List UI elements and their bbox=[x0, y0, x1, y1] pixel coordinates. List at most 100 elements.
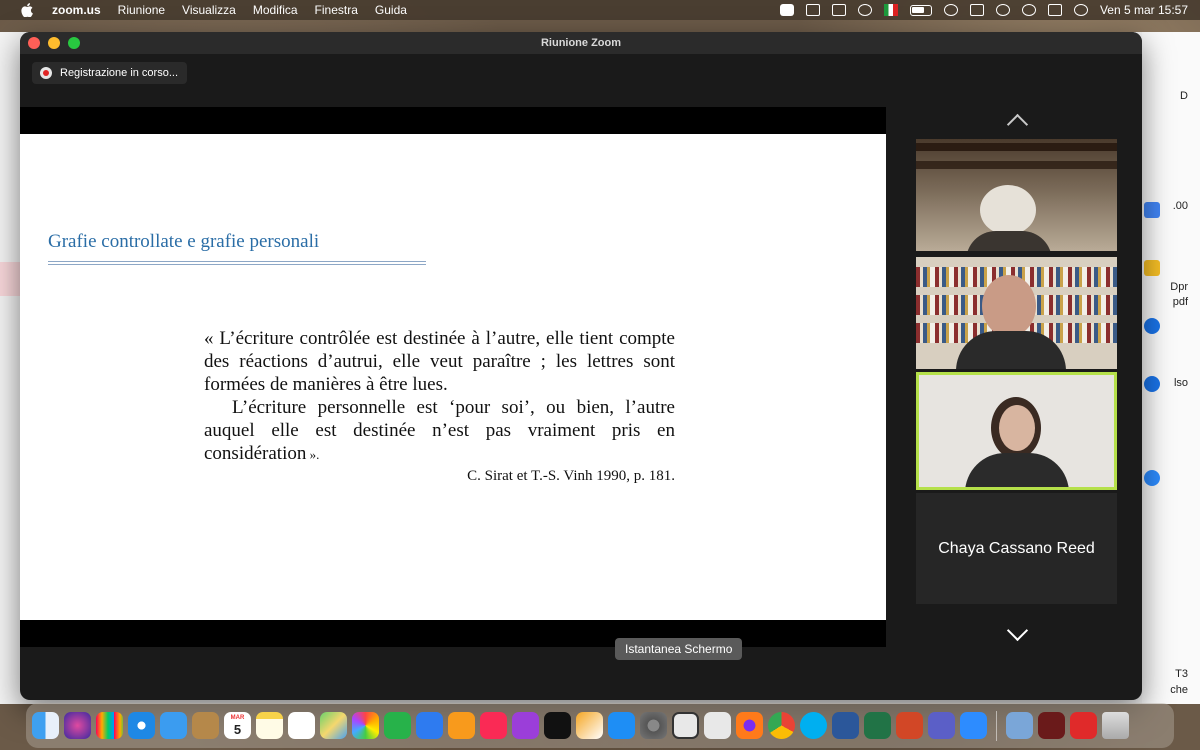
participant-body bbox=[965, 453, 1069, 487]
menu-modifica[interactable]: Modifica bbox=[253, 3, 298, 17]
close-window-button[interactable] bbox=[28, 37, 40, 49]
menu-visualizza[interactable]: Visualizza bbox=[182, 3, 236, 17]
background-sidebar: D .00 Dpr pdf lso che T3 bbox=[1142, 32, 1200, 704]
slide-title-rule bbox=[48, 261, 426, 265]
fullscreen-window-button[interactable] bbox=[68, 37, 80, 49]
status-area: Ven 5 mar 15:57 bbox=[779, 0, 1188, 20]
google-calendar-icon[interactable] bbox=[1144, 202, 1160, 218]
ceiling-beam bbox=[916, 143, 1117, 151]
menu-riunione[interactable]: Riunione bbox=[118, 3, 165, 17]
spotlight-icon[interactable] bbox=[1021, 4, 1036, 16]
powerpoint-icon[interactable] bbox=[896, 712, 923, 739]
slide-quote: « L’écriture contrôlée est destinée à l’… bbox=[204, 327, 675, 466]
apple-icon[interactable] bbox=[18, 3, 36, 17]
screenshot-icon[interactable] bbox=[672, 712, 699, 739]
podcasts-icon[interactable] bbox=[512, 712, 539, 739]
photos-icon[interactable] bbox=[352, 712, 379, 739]
preview-icon[interactable] bbox=[1006, 712, 1033, 739]
gallery-scroll-up-icon[interactable] bbox=[1003, 112, 1031, 126]
gallery-scroll-down-icon[interactable] bbox=[1003, 628, 1031, 642]
video-tile-active-speaker[interactable] bbox=[916, 372, 1117, 490]
background-text: D bbox=[1180, 90, 1188, 102]
app-store-icon[interactable] bbox=[608, 712, 635, 739]
acrobat-icon[interactable] bbox=[704, 712, 731, 739]
menu-finestra[interactable]: Finestra bbox=[315, 3, 358, 17]
ceiling-beam bbox=[916, 161, 1117, 169]
finder-icon[interactable] bbox=[32, 712, 59, 739]
launchpad-icon[interactable] bbox=[96, 712, 123, 739]
participant-body bbox=[966, 231, 1052, 251]
minimize-window-button[interactable] bbox=[48, 37, 60, 49]
tv-icon[interactable] bbox=[544, 712, 571, 739]
reminders-icon[interactable] bbox=[288, 712, 315, 739]
menu-app-name[interactable]: zoom.us bbox=[52, 3, 101, 17]
quote-paragraph-1: « L’écriture contrôlée est destinée à l’… bbox=[204, 328, 675, 395]
contacts-side-icon[interactable] bbox=[1144, 376, 1160, 392]
books-icon[interactable] bbox=[448, 712, 475, 739]
background-text: Dpr bbox=[1170, 281, 1188, 293]
keynote-icon[interactable] bbox=[416, 712, 443, 739]
slide-title: Grafie controllate e grafie personali bbox=[48, 231, 320, 252]
battery-icon[interactable] bbox=[909, 4, 932, 16]
contacts-icon[interactable] bbox=[192, 712, 219, 739]
system-preferences-icon[interactable] bbox=[640, 712, 667, 739]
shared-slide: Grafie controllate e grafie personali « … bbox=[20, 134, 886, 620]
wifi-icon[interactable] bbox=[943, 4, 958, 16]
control-center-icon[interactable] bbox=[1047, 4, 1062, 16]
language-flag-icon[interactable] bbox=[883, 4, 898, 16]
zoom-side-icon[interactable] bbox=[1144, 470, 1160, 486]
text-input-icon[interactable] bbox=[831, 4, 846, 16]
background-text: che bbox=[1170, 684, 1188, 696]
keyboard-icon[interactable] bbox=[969, 4, 984, 16]
background-text: .00 bbox=[1172, 200, 1188, 212]
video-tile[interactable] bbox=[916, 139, 1117, 251]
excel-icon[interactable] bbox=[864, 712, 891, 739]
dropbox-icon[interactable] bbox=[805, 4, 820, 16]
recording-badge[interactable]: Registrazione in corso... bbox=[32, 62, 187, 84]
window-controls bbox=[28, 37, 80, 49]
trash-icon[interactable] bbox=[1102, 712, 1129, 739]
quote-close-mark: ». bbox=[306, 447, 320, 462]
participant-head bbox=[999, 405, 1035, 451]
video-tile[interactable] bbox=[916, 257, 1117, 369]
menu-bar: zoom.us Riunione Visualizza Modifica Fin… bbox=[0, 0, 1200, 20]
background-tab-hint bbox=[0, 262, 20, 296]
calendar-icon[interactable]: MAR 5 bbox=[224, 712, 251, 739]
flash-icon[interactable] bbox=[1038, 712, 1065, 739]
participant-head bbox=[980, 185, 1036, 235]
video-tile-camera-off[interactable]: Chaya Cassano Reed bbox=[916, 493, 1117, 604]
pages-icon[interactable] bbox=[576, 712, 603, 739]
siri-icon[interactable] bbox=[64, 712, 91, 739]
time-machine-icon[interactable] bbox=[995, 4, 1010, 16]
skype-icon[interactable] bbox=[800, 712, 827, 739]
word-icon[interactable] bbox=[832, 712, 859, 739]
quote-paragraph-2: L’écriture personnelle est ‘pour soi’, o… bbox=[204, 396, 675, 466]
teams-icon[interactable] bbox=[928, 712, 955, 739]
zoom-icon[interactable] bbox=[960, 712, 987, 739]
volume-icon[interactable] bbox=[857, 4, 872, 16]
firefox-icon[interactable] bbox=[736, 712, 763, 739]
music-icon[interactable] bbox=[480, 712, 507, 739]
pdf-expert-icon[interactable] bbox=[1070, 712, 1097, 739]
dock-separator bbox=[996, 710, 997, 741]
background-text: lso bbox=[1173, 377, 1188, 389]
participant-head bbox=[982, 275, 1036, 337]
menu-clock[interactable]: Ven 5 mar 15:57 bbox=[1100, 3, 1188, 17]
notes-icon[interactable] bbox=[256, 712, 283, 739]
recording-icon bbox=[40, 67, 52, 79]
numbers-icon[interactable] bbox=[384, 712, 411, 739]
maps-icon[interactable] bbox=[320, 712, 347, 739]
chrome-icon[interactable] bbox=[768, 712, 795, 739]
menu-guida[interactable]: Guida bbox=[375, 3, 407, 17]
safari-icon[interactable] bbox=[128, 712, 155, 739]
tasks-icon[interactable] bbox=[1144, 318, 1160, 334]
keep-icon[interactable] bbox=[1144, 260, 1160, 276]
mail-icon[interactable] bbox=[160, 712, 187, 739]
slide-citation: C. Sirat et T.-S. Vinh 1990, p. 181. bbox=[467, 468, 675, 484]
zoom-status-icon[interactable] bbox=[779, 4, 794, 16]
siri-menu-icon[interactable] bbox=[1073, 4, 1088, 16]
calendar-day: 5 bbox=[233, 721, 242, 737]
participant-name: Chaya Cassano Reed bbox=[938, 539, 1095, 557]
quote-paragraph-2-text: L’écriture personnelle est ‘pour soi’, o… bbox=[204, 397, 675, 464]
window-titlebar[interactable]: Riunione Zoom bbox=[20, 32, 1142, 54]
